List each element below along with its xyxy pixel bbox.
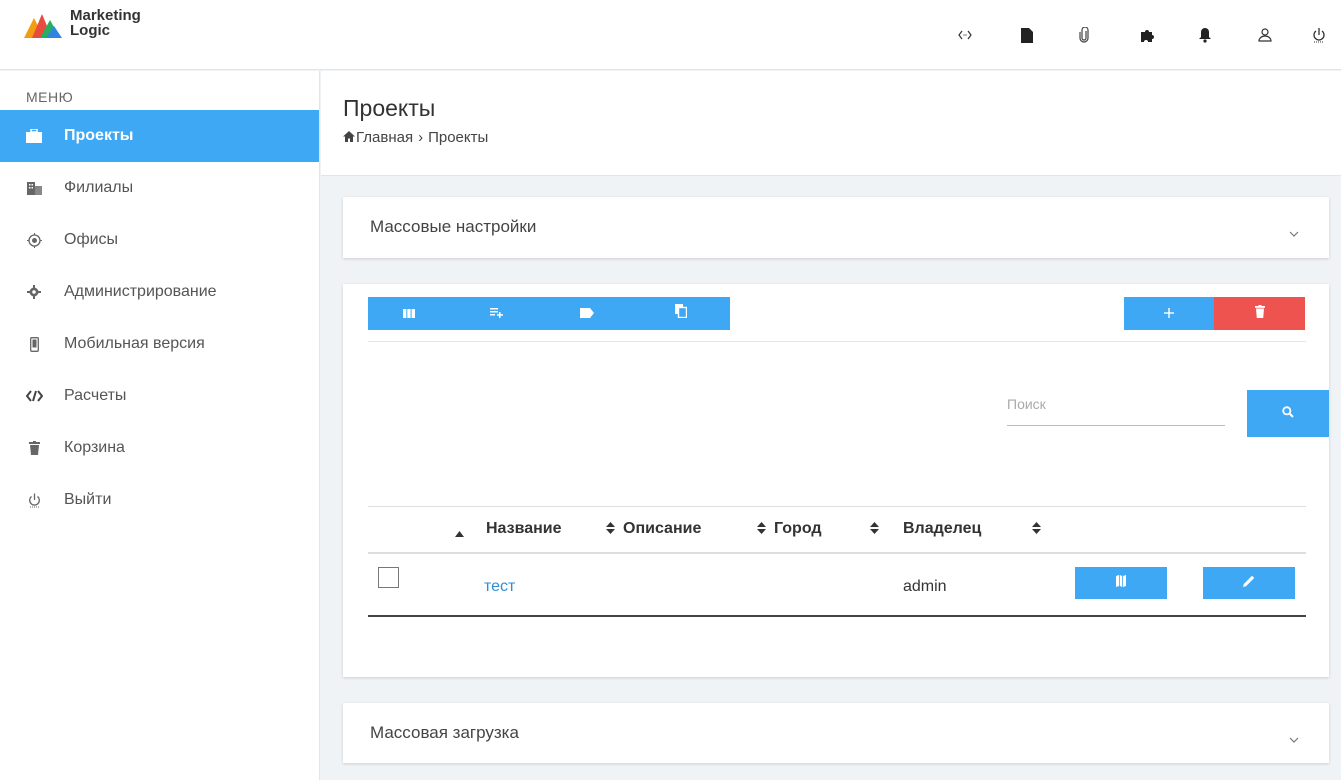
sidebar-item-label: Мобильная версия xyxy=(64,335,205,352)
sidebar: МЕНЮ Проекты Филиалы Офисы Администриров… xyxy=(0,71,320,780)
sort-icon[interactable] xyxy=(870,521,879,539)
sidebar-item-branches[interactable]: Филиалы xyxy=(0,162,319,214)
sidebar-item-trash[interactable]: Корзина xyxy=(0,422,319,474)
add-button[interactable] xyxy=(1124,297,1214,330)
add-list-button[interactable] xyxy=(450,297,542,330)
home-icon[interactable] xyxy=(343,129,355,146)
sidebar-item-offices[interactable]: Офисы xyxy=(0,214,319,266)
file-icon[interactable] xyxy=(1013,21,1041,49)
sidebar-item-administration[interactable]: Администрирование xyxy=(0,266,319,318)
menu-header: МЕНЮ xyxy=(26,89,74,105)
copy-icon xyxy=(675,304,688,323)
breadcrumb-home[interactable]: Главная xyxy=(356,129,413,146)
user-icon[interactable] xyxy=(1251,21,1279,49)
sort-icon[interactable] xyxy=(1032,521,1041,539)
delete-button[interactable] xyxy=(1214,297,1305,330)
chevron-down-icon[interactable] xyxy=(1289,224,1299,242)
projects-panel: Название Описание Город Владелец тест ad… xyxy=(343,284,1329,677)
bell-icon[interactable] xyxy=(1191,21,1219,49)
sort-icon[interactable] xyxy=(606,521,615,539)
mass-settings-title: Массовые настройки xyxy=(370,217,537,236)
trash-icon xyxy=(1254,304,1265,323)
sidebar-item-label: Филиалы xyxy=(64,179,134,196)
breadcrumb-current: Проекты xyxy=(428,129,489,146)
breadcrumb-separator-icon: › xyxy=(418,129,424,146)
edit-button[interactable] xyxy=(1203,567,1295,599)
sidebar-item-label: Корзина xyxy=(64,439,125,456)
sidebar-item-projects[interactable]: Проекты xyxy=(0,110,319,162)
toolbar-right xyxy=(1124,297,1305,330)
add-list-icon xyxy=(489,305,503,323)
logo[interactable]: Marketing Logic xyxy=(22,8,141,38)
mass-upload-panel[interactable]: Массовая загрузка xyxy=(343,703,1329,763)
sort-asc-icon[interactable] xyxy=(455,524,464,542)
calc-icon xyxy=(0,390,66,402)
sidebar-item-label: Офисы xyxy=(64,231,119,248)
top-bar: Marketing Logic xyxy=(0,0,1341,70)
sidebar-item-label: Администрирование xyxy=(64,283,217,300)
plus-icon xyxy=(1164,305,1174,323)
table-header-border xyxy=(368,552,1306,554)
project-owner: admin xyxy=(903,578,947,595)
map-button[interactable] xyxy=(1075,567,1167,599)
building-icon xyxy=(0,181,66,195)
search-input[interactable] xyxy=(1007,382,1225,426)
row-checkbox[interactable] xyxy=(378,567,399,588)
mass-upload-title: Массовая загрузка xyxy=(370,723,519,742)
toolbar-left xyxy=(368,297,730,330)
search-icon xyxy=(1282,405,1294,423)
sidebar-item-mobile[interactable]: Мобильная версия xyxy=(0,318,319,370)
sidebar-item-calculations[interactable]: Расчеты xyxy=(0,370,319,422)
search-button[interactable] xyxy=(1247,390,1329,437)
column-header-city[interactable]: Город xyxy=(774,520,822,538)
logo-text: Marketing Logic xyxy=(70,8,141,38)
pencil-icon xyxy=(1243,574,1255,592)
table-top-border xyxy=(368,506,1306,507)
sidebar-item-label: Расчеты xyxy=(64,387,127,404)
power-icon[interactable] xyxy=(1305,21,1333,49)
column-header-name[interactable]: Название xyxy=(486,520,562,538)
puzzle-icon[interactable] xyxy=(1133,21,1161,49)
logo-line2: Logic xyxy=(70,22,110,39)
sidebar-item-label: Выйти xyxy=(64,491,112,508)
mass-settings-panel[interactable]: Массовые настройки xyxy=(343,197,1329,258)
code-icon[interactable] xyxy=(951,21,979,49)
columns-icon xyxy=(403,305,415,323)
sort-icon[interactable] xyxy=(757,521,766,539)
page-title: Проекты xyxy=(343,95,436,121)
project-name-link[interactable]: тест xyxy=(484,578,515,596)
chevron-down-icon[interactable] xyxy=(1289,730,1299,748)
gear-icon xyxy=(0,285,66,299)
copy-button[interactable] xyxy=(632,297,730,330)
briefcase-icon xyxy=(0,129,66,143)
columns-button[interactable] xyxy=(368,297,450,330)
logo-mark-icon xyxy=(24,14,62,38)
trash-icon xyxy=(0,441,66,455)
page-header: Проекты Главная › Проекты xyxy=(321,71,1341,176)
table-bottom-border xyxy=(368,615,1306,617)
map-icon xyxy=(1116,574,1126,592)
mobile-icon xyxy=(0,336,66,352)
power-icon xyxy=(0,493,66,508)
column-header-description[interactable]: Описание xyxy=(623,520,701,538)
logo-line1: Marketing xyxy=(70,7,141,24)
toolbar-divider xyxy=(368,341,1306,342)
target-icon xyxy=(0,232,66,248)
tag-button[interactable] xyxy=(542,297,632,330)
column-header-owner[interactable]: Владелец xyxy=(903,520,981,538)
sidebar-item-label: Проекты xyxy=(64,127,134,144)
paperclip-icon[interactable] xyxy=(1070,21,1098,49)
tag-icon xyxy=(580,305,594,323)
breadcrumb: Главная › Проекты xyxy=(343,129,488,146)
sidebar-item-logout[interactable]: Выйти xyxy=(0,474,319,526)
